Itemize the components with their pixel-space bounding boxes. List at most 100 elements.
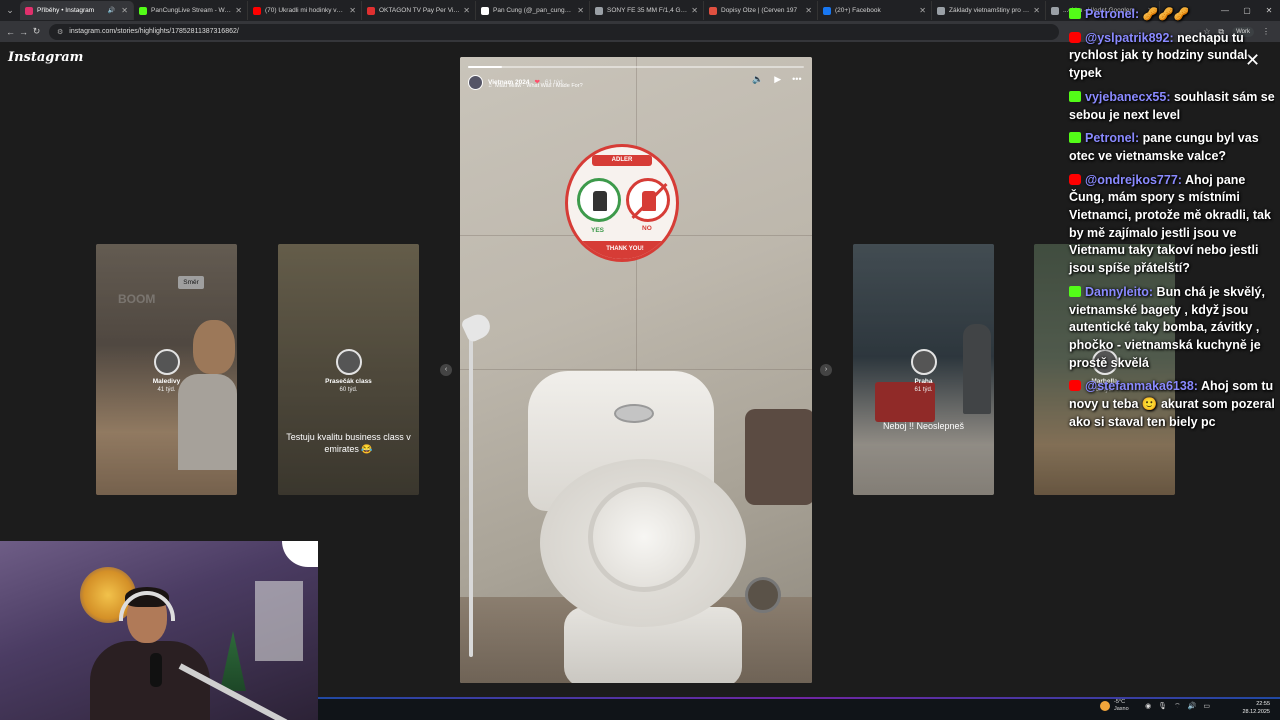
tab-favicon-icon [253,6,261,15]
chat-text: 🥜🥜🥜 [1142,7,1190,21]
back-icon[interactable]: ← [4,27,17,37]
tab-close-icon[interactable]: ✕ [121,6,128,15]
music-icon: ♫ [488,83,493,89]
play-icon[interactable]: ▶ [774,74,781,85]
network-icon[interactable]: ⌔ [1174,702,1181,711]
chat-message: Petronel: pane cungu byl vas otec ve vie… [1065,130,1275,165]
tab-title: SONY FE 35 MM F/1,4 GM SE [607,7,689,14]
browser-tab[interactable]: Pan Čung (@_pan_cung_) vyt ✕ [476,1,590,20]
tab-close-icon[interactable]: ✕ [805,6,812,15]
chat-message: Dannyleito: Bun chá je skvělý, vietnamsk… [1065,284,1275,373]
youtube-icon [1069,380,1081,392]
chat-message: @ondrejkos777: Ahoj pane Čung, mám spory… [1065,172,1275,278]
browser-tab[interactable]: SONY FE 35 MM F/1,4 GM SE ✕ [590,1,704,20]
tab-title: OKTAGON TV Pay Per View [379,7,461,14]
tab-title: Pan Čung (@_pan_cung_) vyt [493,7,575,14]
chat-message: @yslpatrik892: nechapu tu rychlost jak t… [1065,30,1275,83]
cam-ring-light [282,541,318,567]
story-progress-bar [468,66,804,68]
tab-title: (70) Ukradli mi hodinky ve Ep [265,7,347,14]
chat-separator: : [1193,379,1201,394]
reload-icon[interactable]: ↻ [30,26,43,37]
previous-story-arrow[interactable]: ‹ [440,364,452,376]
story-progress-fill [468,66,502,68]
stream-chat-overlay: Petronel: 🥜🥜🥜 @yslpatrik892: nechapu tu r… [1065,6,1275,438]
story-card-prasecak-class[interactable]: Prasečák class 60 týd. Testuju kvalitu b… [278,244,419,495]
volume-icon[interactable]: 🔊 [1188,702,1197,711]
browser-tab[interactable]: OKTAGON TV Pay Per View ✕ [362,1,476,20]
tray-app-icon[interactable]: ◉ [1145,702,1151,711]
next-story-arrow[interactable]: › [820,364,832,376]
card-avatar [153,349,180,375]
story-card-maledivy[interactable]: BOOM Směr Maledivy 41 týd. [96,244,237,495]
browser-tab[interactable]: (20+) Facebook ✕ [818,1,932,20]
music-title: Miau Miaw · What Was I Made For? [495,83,583,89]
site-info-icon[interactable]: ⚙ [57,28,63,36]
youtube-icon [1069,173,1081,185]
toilet-sign-sticker: ADLER YES NO THANK YOU! [565,144,679,262]
tab-close-icon[interactable]: ✕ [1033,6,1040,15]
clock[interactable]: 22:55 28.12.2025 [1242,700,1270,716]
kick-icon [1069,285,1081,297]
browser-tab[interactable]: Dopisy Olze | (Červen 197 ✕ [704,1,818,20]
cam-christmas-tree [220,631,246,691]
browser-tab[interactable]: (70) Ukradli mi hodinky ve Ep ✕ [248,1,362,20]
chat-username: Petronel [1085,7,1136,21]
story-music[interactable]: ♫ Miau Miaw · What Was I Made For? [488,83,583,89]
card-title: Praha [914,378,933,385]
card-title: Prasečák class [325,378,372,385]
weather-widget[interactable]: -5°C Jasno [1100,699,1129,713]
tab-favicon-icon [139,6,147,15]
taskbar-glow [318,697,1280,699]
tab-close-icon[interactable]: ✕ [349,6,356,15]
screen: ⌄ Příběhy • Instagram 🔊 ✕ PanCungLive Strea… [0,0,1280,720]
tab-favicon-icon [709,6,717,15]
kick-icon [1069,132,1081,144]
browser-tab[interactable]: Příběhy • Instagram 🔊 ✕ [20,1,134,20]
tab-favicon-icon [937,6,945,15]
sticker-thanks: THANK YOU! [568,241,676,259]
tab-close-icon[interactable]: ✕ [691,6,698,15]
mute-icon[interactable]: 🔈 [752,74,763,85]
mic-icon[interactable]: 🎙 [1158,702,1167,711]
tab-search-button[interactable]: ⌄ [0,0,20,21]
tab-favicon-icon [367,6,375,15]
tab-favicon-icon [823,6,831,15]
story-avatar[interactable] [468,74,483,90]
kick-icon [1069,90,1081,102]
system-tray: ◉ 🎙 ⌔ 🔊 ▭ [1145,702,1210,711]
chat-separator: : [1177,172,1185,187]
floor-drain [745,577,781,613]
tab-title: (20+) Facebook [835,7,881,14]
tab-favicon-icon [1051,6,1059,15]
story-card-praha[interactable]: Praha 61 týd. Neboj !! Neoslepneš [853,244,994,495]
chat-separator: : [1135,131,1143,146]
chat-username: Dannyleito [1085,284,1149,299]
battery-icon[interactable]: ▭ [1203,702,1210,711]
chat-separator: : [1169,30,1178,45]
card-caption: Neboj !! Neoslepneš [882,421,965,431]
no-squatting-icon [626,178,670,222]
chat-separator: : [1135,7,1143,21]
more-options-icon[interactable]: ••• [792,74,801,85]
browser-tab[interactable]: Základy vietnamštiny pro stre ✕ [932,1,1046,20]
forward-icon[interactable]: → [17,27,30,37]
yes-sitting-icon [577,178,621,222]
card-caption: Testuju kvalitu business class v emirate… [286,432,411,454]
sticker-no: NO [642,225,652,232]
story-viewer[interactable]: ADLER YES NO THANK YOU! Vietnam 2024 ❤ 6… [460,57,812,683]
chat-username: @ondrejkos777 [1085,172,1178,187]
tab-close-icon[interactable]: ✕ [235,6,242,15]
chat-separator: : [1148,284,1157,299]
tab-title: Dopisy Olze | (Červen 197 [721,7,798,14]
toilet-bowl [588,482,700,592]
tab-title: Příběhy • Instagram [37,7,95,14]
tab-audio-icon[interactable]: 🔊 [108,7,115,14]
tab-close-icon[interactable]: ✕ [919,6,926,15]
tab-close-icon[interactable]: ✕ [463,6,470,15]
browser-tab[interactable]: PanCungLive Stream - Watch ✕ [134,1,248,20]
address-bar[interactable]: ⚙ instagram.com/stories/highlights/17852… [49,23,1059,40]
instagram-logo[interactable]: Instagram [8,50,83,65]
tab-close-icon[interactable]: ✕ [577,6,584,15]
chat-username: @stefanmaka6138 [1085,379,1194,394]
